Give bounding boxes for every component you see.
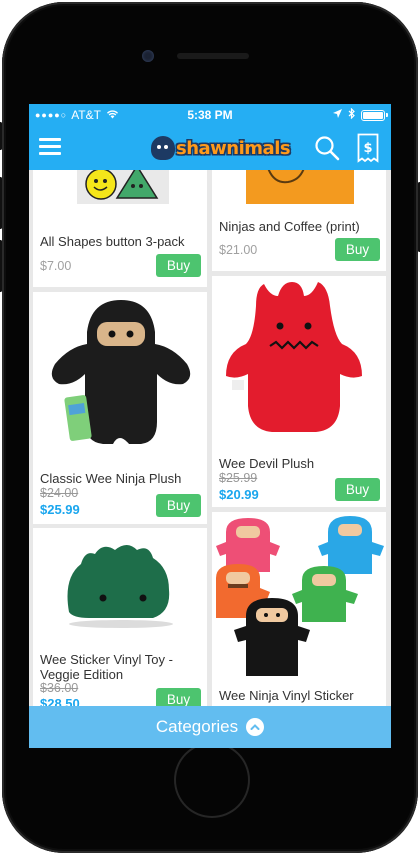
buy-button[interactable]: Buy bbox=[335, 478, 380, 501]
product-image bbox=[212, 276, 386, 446]
ninja-sticker-blue bbox=[318, 516, 384, 574]
product-title[interactable]: All Shapes button 3-pack bbox=[40, 234, 205, 249]
original-price: $25.99 bbox=[219, 471, 258, 485]
product-card[interactable]: All Shapes button 3-pack $7.00 Buy bbox=[33, 170, 207, 287]
original-price: $24.00 bbox=[40, 486, 79, 500]
product-title[interactable]: Wee Devil Plush bbox=[219, 456, 384, 471]
mute-switch bbox=[0, 122, 2, 150]
mascot-logo-icon bbox=[151, 136, 175, 160]
app-header: shawnimals $ bbox=[29, 126, 391, 170]
product-card[interactable]: Classic Wee Ninja Plush $24.00 $25.99 Bu… bbox=[33, 292, 207, 524]
product-card[interactable]: Wee Ninja Vinyl Sticker bbox=[212, 512, 386, 706]
product-image bbox=[212, 170, 386, 208]
ninja-sticker-green bbox=[292, 566, 358, 622]
svg-text:$: $ bbox=[363, 141, 372, 156]
product-image bbox=[33, 170, 207, 210]
app-screen: ●●●●○ AT&T 5:38 PM shawnimals $ All Shap… bbox=[29, 104, 391, 748]
product-image bbox=[33, 292, 207, 462]
categories-label[interactable]: Categories bbox=[156, 717, 238, 737]
home-button[interactable] bbox=[176, 744, 248, 816]
buy-button[interactable]: Buy bbox=[156, 254, 201, 277]
product-title[interactable]: Ninjas and Coffee (print) bbox=[219, 219, 384, 234]
brand-logo[interactable]: shawnimals bbox=[151, 134, 291, 162]
buy-button[interactable]: Buy bbox=[156, 494, 201, 517]
sale-price: $28.50 bbox=[40, 696, 80, 706]
product-card[interactable]: Wee Devil Plush $25.99 $20.99 Buy bbox=[212, 276, 386, 507]
receipt-dollar-icon[interactable]: $ bbox=[357, 133, 379, 163]
product-grid: All Shapes button 3-pack $7.00 Buy Ninja… bbox=[29, 170, 391, 706]
volume-down-button bbox=[0, 240, 2, 292]
battery-icon bbox=[361, 109, 388, 121]
buy-button[interactable]: Buy bbox=[156, 688, 201, 706]
volume-up-button bbox=[0, 177, 2, 229]
chevron-up-icon[interactable] bbox=[246, 718, 265, 736]
product-title[interactable]: Wee Sticker Vinyl Toy - Veggie Edition bbox=[40, 652, 205, 682]
hamburger-menu-icon[interactable] bbox=[39, 138, 61, 156]
clock: 5:38 PM bbox=[187, 108, 233, 122]
categories-bar[interactable]: Categories bbox=[29, 706, 391, 748]
product-card[interactable]: Ninjas and Coffee (print) $21.00 Buy bbox=[212, 170, 386, 271]
earpiece-speaker bbox=[177, 53, 249, 59]
ninja-sticker-pink bbox=[216, 518, 280, 572]
product-image bbox=[33, 528, 207, 638]
search-icon[interactable] bbox=[314, 135, 340, 161]
product-image bbox=[212, 512, 386, 682]
product-title[interactable]: Wee Ninja Vinyl Sticker bbox=[219, 688, 384, 703]
logo-text: shawnimals bbox=[176, 137, 291, 159]
status-bar: ●●●●○ AT&T 5:38 PM bbox=[29, 104, 391, 126]
product-price: $7.00 bbox=[40, 259, 72, 273]
product-price: $21.00 bbox=[219, 243, 258, 257]
sale-price: $25.99 bbox=[40, 502, 80, 517]
front-camera bbox=[142, 50, 154, 62]
original-price: $36.00 bbox=[40, 681, 79, 695]
buy-button[interactable]: Buy bbox=[335, 238, 380, 261]
product-card[interactable]: Wee Sticker Vinyl Toy - Veggie Edition $… bbox=[33, 528, 207, 706]
product-title[interactable]: Classic Wee Ninja Plush bbox=[40, 471, 205, 486]
sale-price: $20.99 bbox=[219, 487, 259, 502]
